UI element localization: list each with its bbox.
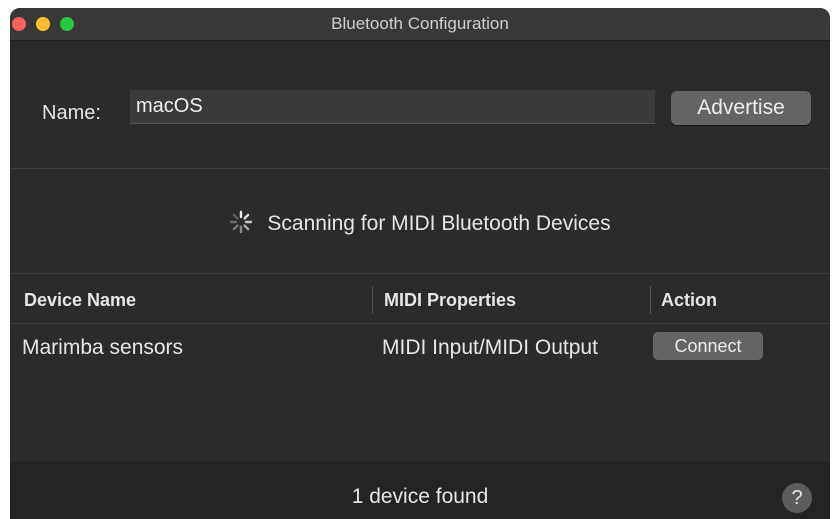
column-separator[interactable] (372, 286, 373, 314)
column-separator[interactable] (650, 286, 651, 314)
connect-button[interactable]: Connect (653, 332, 763, 360)
bluetooth-configuration-window: Bluetooth Configuration Name: Advertise … (10, 8, 830, 519)
title-bar[interactable]: Bluetooth Configuration (10, 8, 830, 41)
column-header-midi-properties[interactable]: MIDI Properties (384, 290, 516, 311)
name-label: Name: (42, 102, 101, 124)
device-table-body: Marimba sensors MIDI Input/MIDI Output C… (10, 324, 830, 462)
device-count-status: 1 device found (351, 485, 489, 508)
name-input[interactable] (130, 90, 655, 124)
device-name-cell: Marimba sensors (22, 336, 184, 359)
table-row[interactable]: Marimba sensors MIDI Input/MIDI Output C… (10, 324, 830, 370)
scan-status-row: Scanning for MIDI Bluetooth Devices (10, 210, 830, 236)
name-section: Name: Advertise (10, 41, 830, 169)
window-title: Bluetooth Configuration (331, 14, 509, 33)
advertise-button[interactable]: Advertise (671, 91, 811, 125)
device-table-header: Device Name MIDI Properties Action (10, 274, 830, 324)
midi-properties-cell: MIDI Input/MIDI Output (382, 336, 598, 359)
scan-section: Scanning for MIDI Bluetooth Devices (10, 170, 830, 274)
column-header-action[interactable]: Action (661, 290, 717, 311)
column-header-device-name[interactable]: Device Name (24, 290, 136, 311)
spinner-icon (230, 210, 253, 234)
scan-status-text: Scanning for MIDI Bluetooth Devices (267, 212, 611, 235)
help-icon[interactable]: ? (782, 483, 812, 513)
footer-bar: 1 device found ? (10, 462, 830, 519)
